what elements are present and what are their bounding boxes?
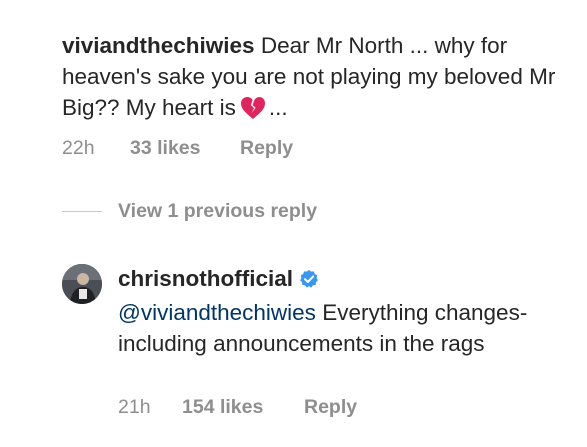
reply-likes[interactable]: 154 likes (182, 396, 304, 419)
comment-meta: 22h 33 likes Reply (62, 137, 293, 160)
comment: viviandthechiwies Dear Mr North ... why … (62, 30, 567, 128)
reply-username[interactable]: chrisnothofficial (118, 266, 293, 291)
view-replies-label: View 1 previous reply (118, 200, 318, 222)
reply-mention[interactable]: @viviandthechiwies (118, 300, 316, 325)
comment-timestamp: 22h (62, 137, 95, 159)
reply-meta: 21h 154 likes Reply (118, 396, 357, 419)
comment-likes[interactable]: 33 likes (130, 137, 240, 160)
reply-button[interactable]: Reply (304, 396, 357, 419)
avatar[interactable] (62, 264, 102, 304)
replies-divider-line (62, 211, 102, 212)
reply-button[interactable]: Reply (240, 137, 293, 160)
broken-heart-icon (240, 96, 266, 128)
verified-badge-icon (299, 266, 319, 297)
reply-comment: chrisnothofficial @viviandthechiwies Eve… (118, 263, 568, 359)
comment-text-ellipsis: ... (268, 95, 288, 120)
comment-username[interactable]: viviandthechiwies (62, 33, 255, 58)
reply-timestamp: 21h (118, 396, 151, 418)
profile-photo (62, 264, 102, 304)
view-replies-toggle[interactable]: View 1 previous reply (62, 200, 317, 223)
